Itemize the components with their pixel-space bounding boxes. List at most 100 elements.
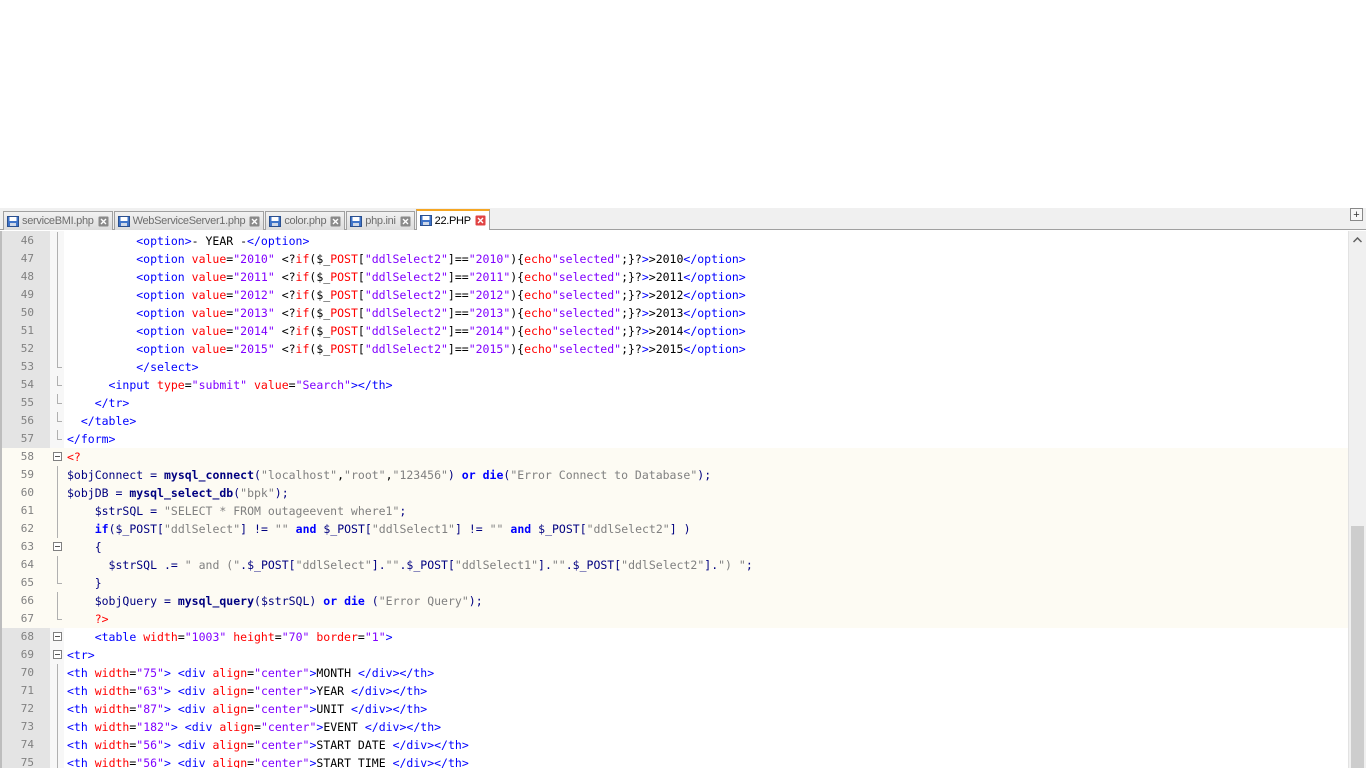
line-number: 66 bbox=[20, 594, 34, 607]
line-number: 70 bbox=[20, 666, 34, 679]
code-line[interactable]: 73 <th width="182"> <div align="center">E… bbox=[2, 718, 1348, 736]
line-number: 49 bbox=[20, 288, 34, 301]
code-text: $objConnect = mysql_connect("localhost",… bbox=[67, 468, 712, 482]
vertical-scrollbar[interactable] bbox=[1348, 231, 1366, 768]
code-line[interactable]: 54 <input type="submit" value="Search"><… bbox=[2, 376, 1348, 394]
scroll-up-arrow-icon[interactable] bbox=[1349, 231, 1366, 248]
fold-line-icon bbox=[53, 700, 62, 718]
close-tab-icon[interactable] bbox=[400, 216, 411, 227]
line-number: 65 bbox=[20, 576, 34, 589]
code-text: $strSQL = "SELECT * FROM outageevent whe… bbox=[94, 504, 407, 518]
code-text: <option value="2010" <?if($_POST["ddlSel… bbox=[136, 252, 746, 266]
code-line[interactable]: 72 <th width="87"> <div align="center">UN… bbox=[2, 700, 1348, 718]
code-line[interactable]: 64 $strSQL .= " and (".$_POST["ddlSelect… bbox=[2, 556, 1348, 574]
tab-label: color.php bbox=[284, 215, 327, 227]
fold-toggle-icon[interactable] bbox=[53, 632, 62, 641]
code-text: } bbox=[94, 576, 102, 590]
line-number: 61 bbox=[20, 504, 34, 517]
code-line[interactable]: 53 </select> bbox=[2, 358, 1348, 376]
code-line[interactable]: 56 </table> bbox=[2, 412, 1348, 430]
code-line[interactable]: 60 $objDB = mysql_select_db("bpk"); bbox=[2, 484, 1348, 502]
code-line[interactable]: 63 { bbox=[2, 538, 1348, 556]
code-line[interactable]: 48 <option value="2011" <?if($_POST["ddl… bbox=[2, 268, 1348, 286]
fold-line-icon bbox=[53, 736, 62, 754]
tab-22-php[interactable]: 22.PHP bbox=[415, 209, 490, 230]
line-number: 46 bbox=[20, 234, 34, 247]
line-number: 63 bbox=[20, 540, 34, 553]
tab-color-php[interactable]: color.php bbox=[265, 211, 346, 230]
code-line[interactable]: 57 </form> bbox=[2, 430, 1348, 448]
tab-servicebmi-php[interactable]: serviceBMI.php bbox=[3, 211, 113, 230]
fold-toggle-icon[interactable] bbox=[53, 650, 62, 659]
code-line[interactable]: 69 <tr> bbox=[2, 646, 1348, 664]
line-number: 56 bbox=[20, 414, 34, 427]
code-text: <input type="submit" value="Search"></th… bbox=[108, 378, 393, 392]
line-number: 71 bbox=[20, 684, 34, 697]
code-text: <option value="2015" <?if($_POST["ddlSel… bbox=[136, 342, 746, 356]
fold-line-icon bbox=[53, 466, 62, 484]
code-line[interactable]: 61 $strSQL = "SELECT * FROM outageevent … bbox=[2, 502, 1348, 520]
line-number: 52 bbox=[20, 342, 34, 355]
fold-line-icon bbox=[53, 232, 62, 250]
line-number: 68 bbox=[20, 630, 34, 643]
line-number: 50 bbox=[20, 306, 34, 319]
code-text: $objQuery = mysql_query($strSQL) or die … bbox=[94, 594, 483, 608]
scrollbar-thumb[interactable] bbox=[1351, 526, 1364, 768]
code-line[interactable]: 70 <th width="75"> <div align="center">MO… bbox=[2, 664, 1348, 682]
fold-line-icon bbox=[53, 484, 62, 502]
code-text: $objDB = mysql_select_db("bpk"); bbox=[67, 486, 289, 500]
line-number: 57 bbox=[20, 432, 34, 445]
code-line[interactable]: 68 <table width="1003" height="70" borde… bbox=[2, 628, 1348, 646]
fold-toggle-icon[interactable] bbox=[53, 452, 62, 461]
line-number: 62 bbox=[20, 522, 34, 535]
line-number: 72 bbox=[20, 702, 34, 715]
tab-label: php.ini bbox=[365, 215, 396, 227]
tab-bar: serviceBMI.php WebServiceServer1.php color… bbox=[0, 208, 1366, 230]
fold-line-icon bbox=[53, 394, 62, 407]
code-line[interactable]: 47 <option value="2010" <?if($_POST["ddl… bbox=[2, 250, 1348, 268]
fold-line-icon bbox=[53, 358, 62, 371]
code-editor[interactable]: 46 <option>- YEAR -</option> 47 <option v… bbox=[0, 231, 1366, 768]
code-line[interactable]: 46 <option>- YEAR -</option> bbox=[2, 232, 1348, 250]
fold-toggle-icon[interactable] bbox=[53, 542, 62, 551]
close-tab-icon[interactable] bbox=[249, 216, 260, 227]
tab-php-ini[interactable]: php.ini bbox=[346, 211, 415, 230]
close-tab-icon[interactable] bbox=[98, 216, 109, 227]
code-line[interactable]: 75 <th width="56"> <div align="center">ST… bbox=[2, 754, 1348, 768]
code-line[interactable]: 51 <option value="2014" <?if($_POST["ddl… bbox=[2, 322, 1348, 340]
line-number: 73 bbox=[20, 720, 34, 733]
code-line[interactable]: 74 <th width="56"> <div align="center">ST… bbox=[2, 736, 1348, 754]
close-tab-icon[interactable] bbox=[475, 215, 486, 226]
code-line[interactable]: 52 <option value="2015" <?if($_POST["ddl… bbox=[2, 340, 1348, 358]
code-line[interactable]: 55 </tr> bbox=[2, 394, 1348, 412]
code-line[interactable]: 65 } bbox=[2, 574, 1348, 592]
code-text: </table> bbox=[80, 414, 137, 428]
code-line[interactable]: 58 <? bbox=[2, 448, 1348, 466]
tab-label: 22.PHP bbox=[434, 214, 471, 227]
code-text: { bbox=[94, 540, 102, 554]
fold-line-icon bbox=[53, 610, 62, 623]
line-number: 51 bbox=[20, 324, 34, 337]
code-text: <th width="56"> <div align="center">STAR… bbox=[67, 738, 469, 752]
code-text: <option value="2012" <?if($_POST["ddlSel… bbox=[136, 288, 746, 302]
code-line[interactable]: 67 ?> bbox=[2, 610, 1348, 628]
line-number: 67 bbox=[20, 612, 34, 625]
fold-line-icon bbox=[53, 556, 62, 574]
code-line[interactable]: 59 $objConnect = mysql_connect("localhost… bbox=[2, 466, 1348, 484]
tab-webserviceserver1-php[interactable]: WebServiceServer1.php bbox=[113, 211, 265, 230]
save-file-icon bbox=[7, 215, 19, 227]
fold-line-icon bbox=[53, 520, 62, 538]
line-number: 47 bbox=[20, 252, 34, 265]
code-line[interactable]: 71 <th width="63"> <div align="center">YE… bbox=[2, 682, 1348, 700]
code-text: <option>- YEAR -</option> bbox=[136, 234, 310, 248]
line-number: 54 bbox=[20, 378, 34, 391]
code-line[interactable]: 50 <option value="2013" <?if($_POST["ddl… bbox=[2, 304, 1348, 322]
code-line[interactable]: 49 <option value="2012" <?if($_POST["ddl… bbox=[2, 286, 1348, 304]
code-line[interactable]: 62 if($_POST["ddlSelect"] != "" and $_PO… bbox=[2, 520, 1348, 538]
code-text: </form> bbox=[67, 432, 116, 446]
line-number: 59 bbox=[20, 468, 34, 481]
new-tab-button[interactable]: + bbox=[1350, 208, 1363, 221]
close-tab-icon[interactable] bbox=[330, 216, 341, 227]
code-line[interactable]: 66 $objQuery = mysql_query($strSQL) or d… bbox=[2, 592, 1348, 610]
save-file-icon bbox=[350, 215, 363, 227]
